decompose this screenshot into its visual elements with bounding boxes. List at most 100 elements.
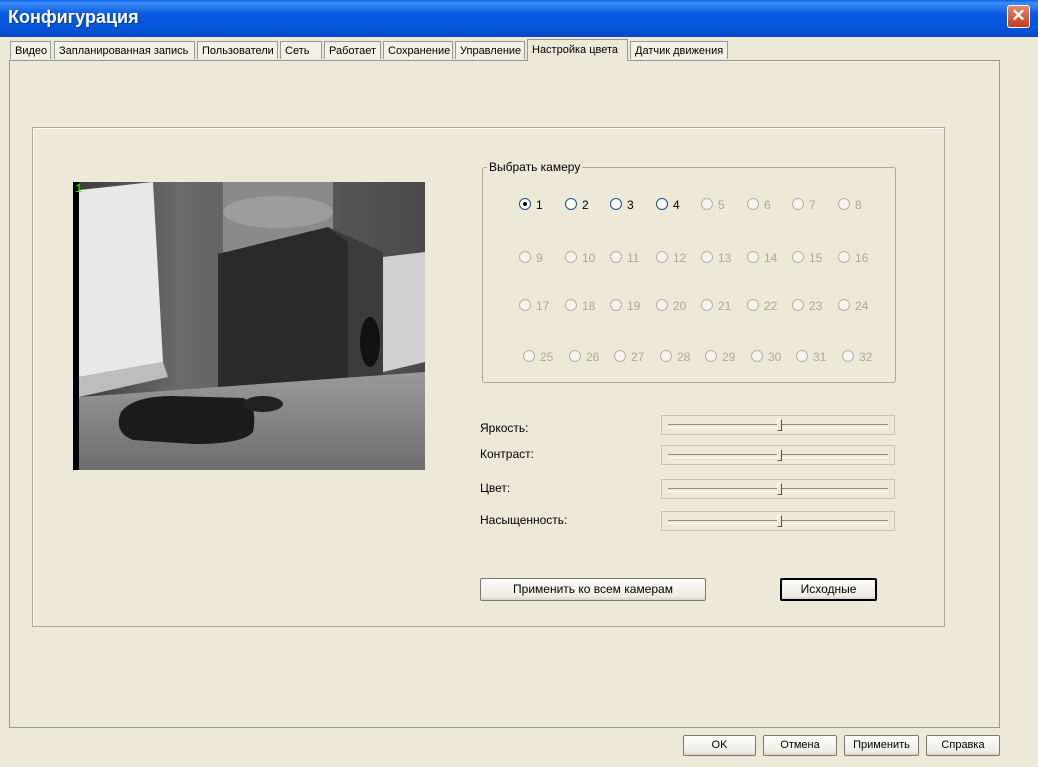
radio-dot-icon: [705, 350, 717, 362]
camera-radio-label: 20: [673, 299, 687, 313]
tab-running[interactable]: Работает: [324, 41, 381, 59]
apply-button[interactable]: Применить: [844, 735, 919, 756]
radio-dot-icon: [610, 251, 622, 263]
cancel-button[interactable]: Отмена: [763, 735, 837, 756]
radio-dot-icon: [656, 299, 668, 311]
camera-radio-13: 13: [701, 251, 731, 265]
radio-dot-icon: [610, 299, 622, 311]
saturation-label: Насыщенность:: [480, 513, 568, 527]
brightness-slider[interactable]: [661, 415, 895, 435]
radio-dot-icon: [565, 198, 577, 210]
ok-button[interactable]: OK: [683, 735, 756, 756]
radio-dot-icon: [565, 299, 577, 311]
saturation-slider[interactable]: [661, 511, 895, 531]
radio-dot-icon: [747, 198, 759, 210]
camera-radio-label: 12: [673, 251, 687, 265]
slider-thumb[interactable]: [776, 515, 782, 527]
camera-radio-10: 10: [565, 251, 595, 265]
camera-radio-21: 21: [701, 299, 731, 313]
camera-radio-label: 7: [809, 198, 816, 212]
camera-radio-22: 22: [747, 299, 777, 313]
camera-radio-3[interactable]: 3: [610, 198, 634, 212]
camera-radio-26: 26: [569, 350, 599, 364]
slider-thumb[interactable]: [776, 419, 782, 431]
camera-radio-label: 27: [631, 350, 645, 364]
apply-all-cameras-button[interactable]: Применить ко всем камерам: [480, 578, 706, 601]
camera-radio-label: 11: [627, 251, 640, 265]
tab-color-settings[interactable]: Настройка цвета: [527, 39, 628, 61]
contrast-slider[interactable]: [661, 445, 895, 465]
camera-radio-11: 11: [610, 251, 639, 265]
radio-dot-icon: [660, 350, 672, 362]
camera-radio-16: 16: [838, 251, 868, 265]
tab-users[interactable]: Пользователи: [197, 41, 278, 59]
radio-dot-icon: [519, 251, 531, 263]
camera-radio-label: 6: [764, 198, 771, 212]
camera-radio-label: 17: [536, 299, 550, 313]
channel-label: 1: [75, 182, 83, 196]
tab-storage[interactable]: Сохранение: [383, 41, 453, 59]
camera-radio-25: 25: [523, 350, 553, 364]
camera-radio-label: 2: [582, 198, 589, 212]
camera-radio-7: 7: [792, 198, 816, 212]
camera-radio-2[interactable]: 2: [565, 198, 589, 212]
camera-radio-label: 16: [855, 251, 869, 265]
camera-radio-30: 30: [751, 350, 781, 364]
help-button[interactable]: Справка: [926, 735, 1000, 756]
window-title: Конфигурация: [8, 7, 139, 27]
radio-dot-icon: [519, 299, 531, 311]
radio-dot-icon: [701, 251, 713, 263]
radio-dot-icon: [792, 299, 804, 311]
radio-dot-icon: [523, 350, 535, 362]
camera-radio-32: 32: [842, 350, 872, 364]
camera-radio-label: 4: [673, 198, 680, 212]
defaults-button[interactable]: Исходные: [780, 578, 877, 601]
camera-radio-12: 12: [656, 251, 686, 265]
slider-thumb[interactable]: [776, 483, 782, 495]
camera-radio-label: 25: [540, 350, 554, 364]
tab-video[interactable]: Видео: [10, 41, 51, 59]
tab-control[interactable]: Управление: [455, 41, 525, 59]
camera-preview-image: [73, 182, 425, 470]
camera-radio-label: 5: [718, 198, 725, 212]
camera-radio-1[interactable]: 1: [519, 198, 543, 212]
radio-dot-icon: [656, 198, 668, 210]
radio-dot-icon: [796, 350, 808, 362]
radio-dot-icon: [838, 251, 850, 263]
color-slider[interactable]: [661, 479, 895, 499]
camera-radio-24: 24: [838, 299, 868, 313]
camera-radio-label: 9: [536, 251, 543, 265]
camera-radio-label: 26: [586, 350, 600, 364]
radio-dot-icon: [792, 198, 804, 210]
close-button[interactable]: ✕: [1007, 5, 1030, 28]
tab-motion-sensor[interactable]: Датчик движения: [630, 41, 728, 59]
camera-radio-4[interactable]: 4: [656, 198, 680, 212]
camera-select-legend: Выбрать камеру: [487, 160, 583, 174]
tab-scheduled-recording[interactable]: Запланированная запись: [54, 41, 195, 59]
camera-radio-label: 21: [718, 299, 732, 313]
camera-radio-label: 15: [809, 251, 823, 265]
camera-radio-label: 22: [764, 299, 778, 313]
camera-radio-label: 8: [855, 198, 862, 212]
radio-dot-icon: [792, 251, 804, 263]
camera-radio-label: 3: [627, 198, 634, 212]
title-bar[interactable]: Конфигурация ✕: [0, 0, 1038, 37]
camera-radio-label: 1: [536, 198, 543, 212]
camera-radio-29: 29: [705, 350, 735, 364]
camera-radio-8: 8: [838, 198, 862, 212]
camera-radio-28: 28: [660, 350, 690, 364]
tab-network[interactable]: Сеть: [280, 41, 322, 59]
radio-dot-icon: [751, 350, 763, 362]
slider-thumb[interactable]: [776, 449, 782, 461]
camera-radio-14: 14: [747, 251, 777, 265]
radio-dot-icon: [701, 198, 713, 210]
radio-dot-icon: [747, 299, 759, 311]
radio-dot-icon: [701, 299, 713, 311]
camera-radio-label: 19: [627, 299, 641, 313]
camera-radio-5: 5: [701, 198, 725, 212]
camera-radio-label: 13: [718, 251, 732, 265]
camera-radio-label: 30: [768, 350, 782, 364]
radio-dot-icon: [747, 251, 759, 263]
camera-radio-20: 20: [656, 299, 686, 313]
radio-dot-icon: [565, 251, 577, 263]
